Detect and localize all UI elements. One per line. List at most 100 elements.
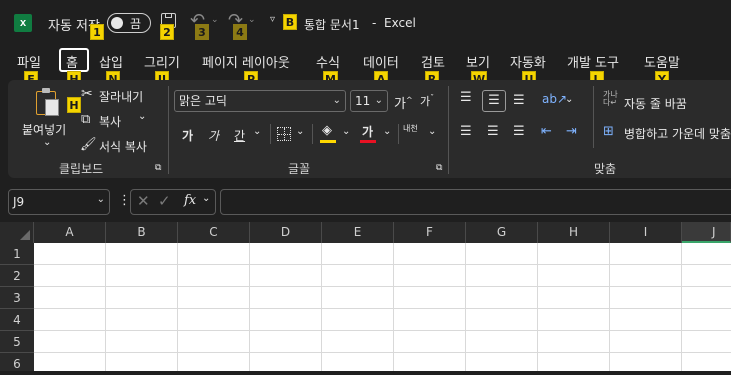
borders-icon[interactable] [277, 127, 291, 141]
row-header-4[interactable]: 4 [0, 309, 34, 331]
tab-file[interactable]: 파일 [17, 52, 41, 71]
increase-font-size-button[interactable]: 가^ [394, 93, 413, 112]
align-bottom-icon[interactable]: ☰ [513, 93, 525, 108]
row-header-1[interactable]: 1 [0, 243, 34, 265]
clipboard-launcher-icon[interactable]: ⧉ [155, 163, 161, 173]
font-name-value: 맑은 고딕 [179, 94, 227, 108]
keytip-save: 2 [160, 24, 174, 40]
tab-home[interactable]: 홈 [66, 52, 78, 71]
keytip-autosave: 1 [90, 24, 104, 40]
font-size-select[interactable]: 11 ⌄ [350, 90, 388, 112]
chevron-down-icon: ⌄ [374, 95, 383, 106]
align-top-icon[interactable]: ☰ [460, 90, 472, 105]
separator [312, 124, 313, 144]
row-header-6[interactable]: 6 [0, 353, 34, 371]
paste-dropdown-icon[interactable]: ⌄ [43, 137, 51, 148]
cancel-icon[interactable]: ✕ [137, 192, 150, 210]
app-name: Excel [384, 16, 416, 30]
align-center-icon[interactable]: ☰ [487, 124, 499, 139]
font-name-select[interactable]: 맑은 고딕 ⌄ [174, 90, 346, 112]
column-header-g[interactable]: G [466, 222, 538, 243]
cut-button[interactable]: 잘라내기 [99, 88, 143, 105]
enter-icon[interactable]: ✓ [158, 192, 171, 210]
align-left-icon[interactable]: ☰ [460, 124, 472, 139]
column-header-a[interactable]: A [34, 222, 106, 243]
font-launcher-icon[interactable]: ⧉ [436, 163, 442, 173]
row-header-3[interactable]: 3 [0, 287, 34, 309]
font-color-button[interactable]: 가 [362, 123, 373, 140]
toggle-knob [111, 17, 123, 29]
borders-dropdown-icon[interactable]: ⌄ [296, 126, 304, 137]
formula-input[interactable] [220, 189, 731, 215]
column-header-h[interactable]: H [538, 222, 610, 243]
tab-automate[interactable]: 자동화 [510, 52, 546, 71]
row-header-2[interactable]: 2 [0, 265, 34, 287]
font-group-label: 글꼴 [288, 162, 311, 176]
gridline [34, 330, 731, 331]
customize-toolbar-icon[interactable]: ▿ [270, 14, 275, 25]
orientation-icon[interactable]: ab↗ [542, 92, 567, 106]
name-box[interactable]: J9 ⌄ [8, 189, 110, 215]
document-title[interactable]: 통합 문서1 [304, 16, 360, 33]
insert-function-dropdown-icon[interactable]: ⌄ [202, 193, 210, 204]
format-painter-icon[interactable]: 🖌 [80, 137, 97, 152]
redo-dropdown-icon[interactable]: ⌄ [248, 15, 256, 25]
cut-icon[interactable]: ✂ [81, 86, 93, 102]
copy-dropdown-icon[interactable]: ⌄ [138, 111, 146, 122]
undo-dropdown-icon[interactable]: ⌄ [211, 15, 219, 25]
merge-center-button[interactable]: 병합하고 가운데 맞춤 [624, 125, 731, 142]
tab-view[interactable]: 보기 [466, 52, 490, 71]
worksheet-grid[interactable] [0, 222, 731, 371]
decrease-font-size-button[interactable]: 가ˇ [420, 93, 434, 109]
tab-developer[interactable]: 개발 도구 [567, 52, 619, 71]
separator [398, 124, 399, 144]
column-header-e[interactable]: E [322, 222, 394, 243]
column-header-f[interactable]: F [394, 222, 466, 243]
phonetic-guide-button[interactable]: 내천 [403, 123, 418, 134]
column-header-j[interactable]: J [682, 222, 731, 243]
fill-color-icon[interactable]: ◈ [322, 123, 332, 138]
fill-color-dropdown-icon[interactable]: ⌄ [342, 126, 350, 137]
tab-draw[interactable]: 그리기 [144, 52, 180, 71]
column-header-b[interactable]: B [106, 222, 178, 243]
orientation-dropdown-icon[interactable]: ⌄ [565, 94, 573, 105]
font-color-dropdown-icon[interactable]: ⌄ [383, 126, 391, 137]
wrap-text-icon[interactable]: 가나 다↵ [603, 91, 618, 107]
autosave-toggle[interactable]: 끔 [107, 13, 151, 33]
italic-button[interactable]: 가 [208, 127, 219, 144]
copy-icon[interactable]: ⧉ [81, 112, 90, 127]
underline-button[interactable]: 간 [234, 127, 245, 144]
autosave-state: 끔 [130, 17, 142, 31]
separator [448, 86, 449, 174]
clipboard-group-label: 클립보드 [59, 162, 104, 176]
tab-insert[interactable]: 삽입 [99, 52, 123, 71]
insert-function-button[interactable]: fx [184, 193, 196, 208]
bold-button[interactable]: 가 [182, 127, 193, 144]
tab-help[interactable]: 도움말 [644, 52, 680, 71]
column-header-i[interactable]: I [610, 222, 682, 243]
tab-page-layout[interactable]: 페이지 레이아웃 [202, 52, 290, 71]
separator [270, 124, 271, 144]
decrease-indent-icon[interactable]: ⇤ [541, 124, 552, 139]
row-header-5[interactable]: 5 [0, 331, 34, 353]
column-header-d[interactable]: D [250, 222, 322, 243]
format-painter-button[interactable]: 서식 복사 [99, 138, 147, 155]
phonetic-dropdown-icon[interactable]: ⌄ [428, 126, 436, 137]
tab-formulas[interactable]: 수식 [316, 52, 340, 71]
underline-dropdown-icon[interactable]: ⌄ [253, 126, 261, 137]
gridline [34, 352, 731, 353]
tab-review[interactable]: 검토 [421, 52, 445, 71]
chevron-down-icon: ⌄ [96, 194, 105, 205]
excel-logo-icon: x [14, 14, 32, 32]
merge-center-icon[interactable]: ⊞ [603, 124, 614, 139]
tab-data[interactable]: 데이터 [363, 52, 399, 71]
copy-button[interactable]: 복사 [99, 113, 121, 130]
column-header-c[interactable]: C [178, 222, 250, 243]
wrap-text-button[interactable]: 자동 줄 바꿈 [624, 95, 687, 112]
paste-button-label[interactable]: 붙여넣기 [22, 121, 66, 138]
align-right-icon[interactable]: ☰ [513, 124, 525, 139]
align-middle-button[interactable]: ☰ [482, 90, 506, 112]
select-all-corner[interactable] [0, 222, 34, 243]
increase-indent-icon[interactable]: ⇥ [566, 124, 577, 139]
paste-icon[interactable] [34, 87, 60, 117]
